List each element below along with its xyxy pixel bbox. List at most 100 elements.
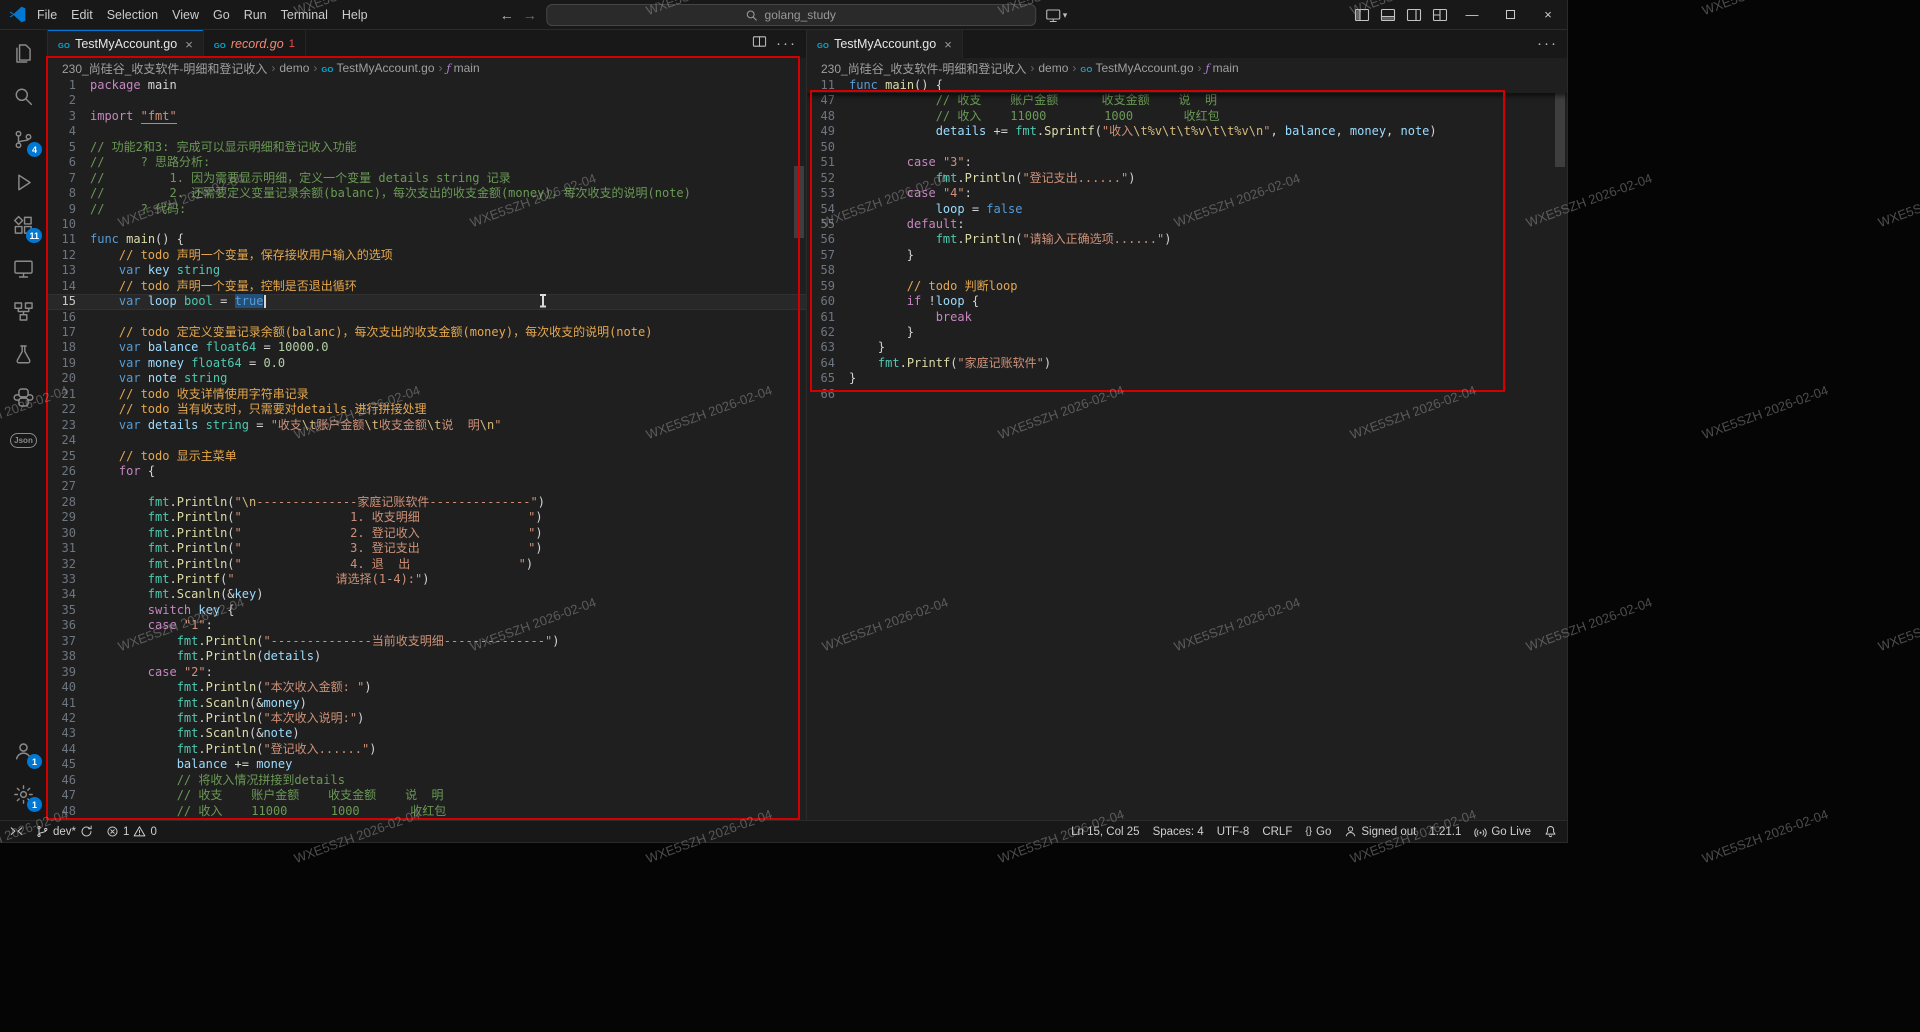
code-line-8[interactable]: 8 // 2. 还需要定义变量记录余额(balanc)，每次支出的收支金额(mon… (48, 186, 806, 201)
code-line-3[interactable]: 3 import "fmt" (48, 108, 806, 124)
code-line-14[interactable]: 14 // todo 声明一个变量，控制是否退出循环 (48, 279, 806, 294)
split-editor-icon[interactable] (752, 34, 767, 54)
code-line-33[interactable]: 33 fmt.Printf(" 请选择(1-4):") (48, 572, 806, 587)
encoding[interactable]: UTF-8 (1217, 826, 1250, 838)
tab-testmyaccount-go[interactable]: GO TestMyAccount.go × (807, 30, 963, 58)
close-icon[interactable]: × (944, 37, 952, 52)
code-line-49[interactable]: 49 details += fmt.Sprintf("收入\t%v\t\t%v\… (807, 124, 1567, 139)
code-line-10[interactable]: 10 (48, 217, 806, 232)
code-line-44[interactable]: 44 fmt.Println("登记收入......") (48, 742, 806, 757)
code-line-13[interactable]: 13 var key string (48, 263, 806, 278)
nav-back-icon[interactable]: ← (500, 7, 514, 23)
tab-testmyaccount-go[interactable]: GO TestMyAccount.go × (48, 30, 204, 58)
run-debug-icon[interactable] (0, 161, 47, 204)
json-icon[interactable]: Json (0, 419, 47, 462)
more-actions-icon[interactable]: ··· (776, 35, 797, 53)
go-version[interactable]: 1.21.1 (1429, 826, 1461, 838)
code-line-38[interactable]: 38 fmt.Println(details) (48, 649, 806, 664)
remote-explorer-icon[interactable] (0, 247, 47, 290)
code-line-40[interactable]: 40 fmt.Println("本次收入金额: ") (48, 680, 806, 695)
code-line-18[interactable]: 18 var balance float64 = 10000.0 (48, 340, 806, 355)
breadcrumb-item[interactable]: ƒ main (1206, 61, 1239, 75)
code-line-48[interactable]: 48 // 收入 11000 1000 收红包 (48, 804, 806, 819)
code-line-16[interactable]: 16 (48, 310, 806, 325)
code-line-27[interactable]: 27 (48, 479, 806, 494)
code-line-4[interactable]: 4 (48, 124, 806, 139)
indentation[interactable]: Spaces: 4 (1153, 826, 1204, 838)
code-line-63[interactable]: 63 } (807, 340, 1567, 355)
code-line-48[interactable]: 48 // 收入 11000 1000 收红包 (807, 109, 1567, 124)
code-line-58[interactable]: 58 (807, 263, 1567, 278)
code-line-22[interactable]: 22 // todo 当有收支时，只需要对details 进行拼接处理 (48, 402, 806, 417)
testing-icon[interactable] (0, 333, 47, 376)
code-line-29[interactable]: 29 fmt.Println(" 1. 收支明细 ") (48, 510, 806, 525)
code-line-24[interactable]: 24 (48, 433, 806, 448)
code-line-19[interactable]: 19 var money float64 = 0.0 (48, 356, 806, 371)
code-line-21[interactable]: 21 // todo 收支详情使用字符串记录 (48, 387, 806, 402)
nav-forward-icon[interactable]: → (523, 7, 537, 23)
screencast-icon[interactable]: ▾ (1045, 7, 1067, 23)
menu-help[interactable]: Help (335, 0, 375, 30)
menu-terminal[interactable]: Terminal (274, 0, 335, 30)
breadcrumb-item[interactable]: ƒ main (447, 61, 480, 75)
minimize-button[interactable]: — (1453, 0, 1491, 30)
menu-file[interactable]: File (30, 0, 64, 30)
account-icon[interactable]: 1 (0, 730, 47, 773)
settings-icon[interactable]: 1 (0, 773, 47, 816)
code-line-31[interactable]: 31 fmt.Println(" 3. 登记支出 ") (48, 541, 806, 556)
maximize-button[interactable] (1491, 0, 1529, 30)
problems[interactable]: 10 (106, 825, 157, 838)
breadcrumb-item[interactable]: demo (279, 61, 309, 75)
code-line-9[interactable]: 9 // ? 代码: (48, 202, 806, 217)
close-button[interactable]: × (1529, 0, 1567, 30)
code-line-1[interactable]: 1 package main (48, 78, 806, 93)
code-line-2[interactable]: 2 (48, 93, 806, 108)
eol[interactable]: CRLF (1262, 826, 1292, 838)
code-line-11[interactable]: 11 func main() { (48, 232, 806, 247)
code-line-34[interactable]: 34 fmt.Scanln(&key) (48, 587, 806, 602)
code-line-32[interactable]: 32 fmt.Println(" 4. 退 出 ") (48, 557, 806, 572)
toggle-sidebar-icon[interactable] (1349, 7, 1375, 23)
code-line-62[interactable]: 62 } (807, 325, 1567, 340)
code-line-28[interactable]: 28 fmt.Println("\n--------------家庭记账软件--… (48, 495, 806, 510)
code-line-12[interactable]: 12 // todo 声明一个变量，保存接收用户输入的选项 (48, 248, 806, 263)
python-icon[interactable] (0, 376, 47, 419)
code-line-64[interactable]: 64 fmt.Printf("家庭记账软件") (807, 356, 1567, 371)
breadcrumb-item[interactable]: GO TestMyAccount.go (1080, 61, 1193, 75)
tab-record-go[interactable]: GO record.go 1 (203, 30, 306, 58)
breadcrumb-item[interactable]: 230_尚硅谷_收支软件-明细和登记收入 (62, 60, 267, 77)
code-line-57[interactable]: 57 } (807, 248, 1567, 263)
code-line-37[interactable]: 37 fmt.Println("--------------当前收支明细----… (48, 634, 806, 649)
code-line-55[interactable]: 55 default: (807, 217, 1567, 232)
breadcrumb-item[interactable]: demo (1038, 61, 1068, 75)
code-line-46[interactable]: 46 // 将收入情况拼接到details (48, 773, 806, 788)
code-line-26[interactable]: 26 for { (48, 464, 806, 479)
code-line-5[interactable]: 5 // 功能2和3: 完成可以显示明细和登记收入功能 (48, 140, 806, 155)
code-line-50[interactable]: 50 (807, 140, 1567, 155)
code-line-65[interactable]: 65} (807, 371, 1567, 386)
code-line-7[interactable]: 7 // 1. 因为需要显示明细，定义一个变量 details string 记录 (48, 171, 806, 186)
git-branch[interactable]: dev* (36, 825, 93, 838)
code-line-39[interactable]: 39 case "2": (48, 665, 806, 680)
command-center-search[interactable]: golang_study (545, 4, 1036, 26)
code-line-42[interactable]: 42 fmt.Println("本次收入说明:") (48, 711, 806, 726)
code-line-6[interactable]: 6 // ? 思路分析: (48, 155, 806, 170)
code-line-35[interactable]: 35 switch key { (48, 603, 806, 618)
toggle-panel-icon[interactable] (1375, 7, 1401, 23)
code-line-51[interactable]: 51 case "3": (807, 155, 1567, 170)
source-control-icon[interactable]: 4 (0, 118, 47, 161)
menu-go[interactable]: Go (206, 0, 237, 30)
code-line-49[interactable]: 49 details += fmt.Sprintf("收入\t%v\t\t%v\… (48, 819, 806, 820)
more-actions-icon[interactable]: ··· (1537, 35, 1558, 53)
go-live[interactable]: Go Live (1474, 825, 1531, 838)
code-line-60[interactable]: 60 if !loop { (807, 294, 1567, 309)
code-line-23[interactable]: 23 var details string = "收支\t账户金额\t收支金额\… (48, 418, 806, 433)
menu-run[interactable]: Run (237, 0, 274, 30)
code-editor-right[interactable]: 11 func main() {47 // 收支 账户金额 收支金额 说 明 48 … (807, 78, 1567, 820)
scrollbar-thumb[interactable] (1555, 87, 1565, 167)
references-icon[interactable] (0, 290, 47, 333)
code-line-43[interactable]: 43 fmt.Scanln(&note) (48, 726, 806, 741)
code-line-17[interactable]: 17 // todo 定定义变量记录余额(balanc)，每次支出的收支金额(m… (48, 325, 806, 340)
search-icon[interactable] (0, 75, 47, 118)
code-line-53[interactable]: 53 case "4": (807, 186, 1567, 201)
